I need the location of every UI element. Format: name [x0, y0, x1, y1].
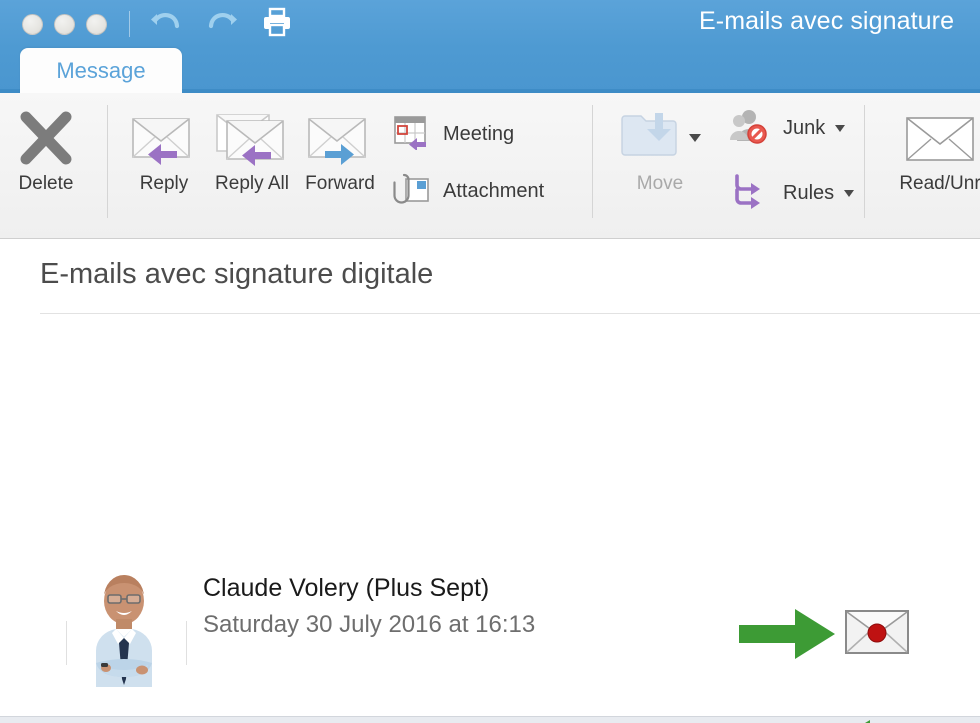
move-folder-icon [619, 109, 681, 168]
reply-envelope-icon [127, 103, 201, 173]
close-window-button[interactable] [22, 14, 43, 35]
respond-small-items: Meeting Attachment [392, 93, 544, 227]
traffic-light-buttons [0, 14, 107, 35]
ribbon-tabstrip: Message [0, 48, 980, 93]
titlebar-divider [129, 11, 130, 37]
calendar-meeting-icon [392, 114, 432, 155]
move-caret-icon[interactable] [689, 134, 701, 142]
reply-all-button[interactable]: Reply All [208, 93, 296, 221]
paperclip-attachment-icon [392, 171, 432, 212]
junk-person-block-icon [729, 107, 773, 150]
window-title: E-mails avec signature [699, 7, 954, 36]
read-unread-envelope-icon [903, 103, 977, 173]
rules-button[interactable]: Rules [729, 172, 854, 215]
ribbon-group-tags: Read/Unr [880, 93, 980, 238]
meeting-button[interactable]: Meeting [392, 114, 544, 155]
tab-message[interactable]: Message [20, 48, 182, 93]
avatar [72, 567, 176, 687]
avatar-divider-right [186, 621, 187, 665]
print-icon[interactable] [261, 7, 293, 42]
read-unread-button[interactable]: Read/Unr [880, 93, 980, 221]
sealed-envelope-icon [845, 608, 909, 661]
meeting-label: Meeting [443, 123, 514, 146]
ribbon-group-delete: Delete [2, 93, 90, 238]
message-subject: E-mails avec signature digitale [40, 258, 433, 291]
rules-caret-icon[interactable] [844, 190, 854, 197]
subject-divider [40, 313, 980, 314]
avatar-divider-left [66, 621, 67, 665]
move-button-label: Move [637, 173, 683, 195]
rules-arrows-icon [729, 172, 773, 215]
green-arrow-right [739, 608, 837, 665]
junk-label: Junk [783, 117, 825, 140]
green-arrow-left [828, 719, 924, 723]
undo-icon[interactable] [149, 9, 183, 40]
attachment-label: Attachment [443, 180, 544, 203]
ribbon-divider-3 [864, 105, 865, 218]
message-datetime: Saturday 30 July 2016 at 16:13 [203, 611, 535, 639]
move-menu-items: Junk Rules [729, 93, 854, 225]
junk-button[interactable]: Junk [729, 107, 854, 150]
zoom-window-button[interactable] [86, 14, 107, 35]
attachment-button[interactable]: Attachment [392, 171, 544, 212]
ribbon-divider-2 [592, 105, 593, 218]
message-sender: Claude Volery (Plus Sept) [203, 574, 489, 603]
reply-button-label: Reply [140, 173, 189, 195]
move-button[interactable]: Move [605, 93, 715, 221]
delete-button[interactable]: Delete [2, 93, 90, 221]
ribbon-toolbar: Delete Reply [0, 93, 980, 239]
delete-x-icon [16, 103, 76, 173]
reply-button[interactable]: Reply [120, 93, 208, 221]
junk-caret-icon[interactable] [835, 125, 845, 132]
message-pane: E-mails avec signature digitale [0, 239, 980, 723]
tab-message-label: Message [56, 58, 145, 84]
redo-icon[interactable] [205, 9, 239, 40]
window-titlebar: E-mails avec signature [0, 0, 980, 48]
forward-button-label: Forward [305, 173, 375, 195]
forward-button[interactable]: Forward [296, 93, 384, 221]
minimize-window-button[interactable] [54, 14, 75, 35]
ribbon-group-respond: Reply Reply All [120, 93, 544, 238]
read-unread-label: Read/Unr [899, 173, 980, 195]
ribbon-group-move: Move Junk [605, 93, 854, 238]
forward-envelope-icon [303, 103, 377, 173]
titlebar-quick-actions [149, 7, 293, 42]
reply-all-envelope-icon [215, 103, 289, 173]
delete-button-label: Delete [19, 173, 74, 195]
reply-all-button-label: Reply All [215, 173, 289, 195]
ribbon-divider-1 [107, 105, 108, 218]
rules-label: Rules [783, 182, 834, 205]
